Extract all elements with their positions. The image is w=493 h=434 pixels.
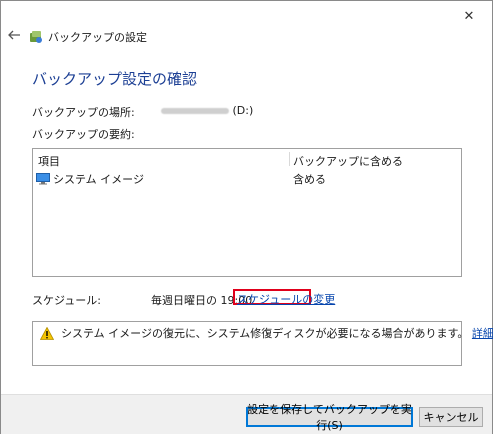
column-header-item: 項目 — [38, 155, 60, 168]
column-divider — [289, 152, 290, 166]
warning-box: システム イメージの復元に、システム修復ディスクが必要になる場合があります。 詳… — [32, 321, 493, 366]
button-bar: 設定を保存してバックアップを実行(S) キャンセル — [1, 394, 492, 434]
summary-label: バックアップの要約: — [32, 128, 135, 141]
schedule-label: スケジュール: — [32, 294, 101, 307]
column-header-included: バックアップに含める — [293, 155, 403, 168]
app-title: バックアップの設定 — [48, 31, 147, 44]
more-info-link[interactable]: 詳細情報 — [472, 327, 493, 340]
change-schedule-link[interactable]: スケジュールの変更 — [237, 291, 335, 307]
save-and-run-button[interactable]: 設定を保存してバックアップを実行(S) — [246, 403, 413, 432]
summary-table: 項目 バックアップに含める システム イメージ 含める — [32, 148, 462, 277]
schedule-change-highlight: スケジュールの変更 — [233, 289, 335, 306]
location-value: (D:) — [161, 104, 253, 117]
warning-icon — [40, 327, 54, 340]
warning-message: システム イメージの復元に、システム修復ディスクが必要になる場合があります。 詳… — [61, 325, 493, 341]
close-button[interactable]: ✕ — [446, 1, 492, 31]
summary-row-included: 含める — [293, 173, 326, 186]
location-label: バックアップの場所: — [32, 106, 135, 119]
backup-app-icon — [30, 31, 42, 43]
location-drive-blurred — [161, 108, 229, 114]
monitor-icon — [36, 173, 50, 185]
location-drive-letter: (D:) — [232, 104, 254, 117]
warning-text: システム イメージの復元に、システム修復ディスクが必要になる場合があります。 — [61, 327, 469, 340]
page-title: バックアップ設定の確認 — [32, 70, 198, 88]
cancel-button[interactable]: キャンセル — [419, 407, 483, 427]
backup-settings-window: ✕ バックアップの設定 バックアップ設定の確認 バックアップの場所: (D:) … — [0, 0, 493, 434]
summary-row-item: システム イメージ — [53, 173, 144, 186]
back-arrow-icon[interactable] — [7, 28, 21, 42]
close-icon: ✕ — [463, 8, 475, 24]
